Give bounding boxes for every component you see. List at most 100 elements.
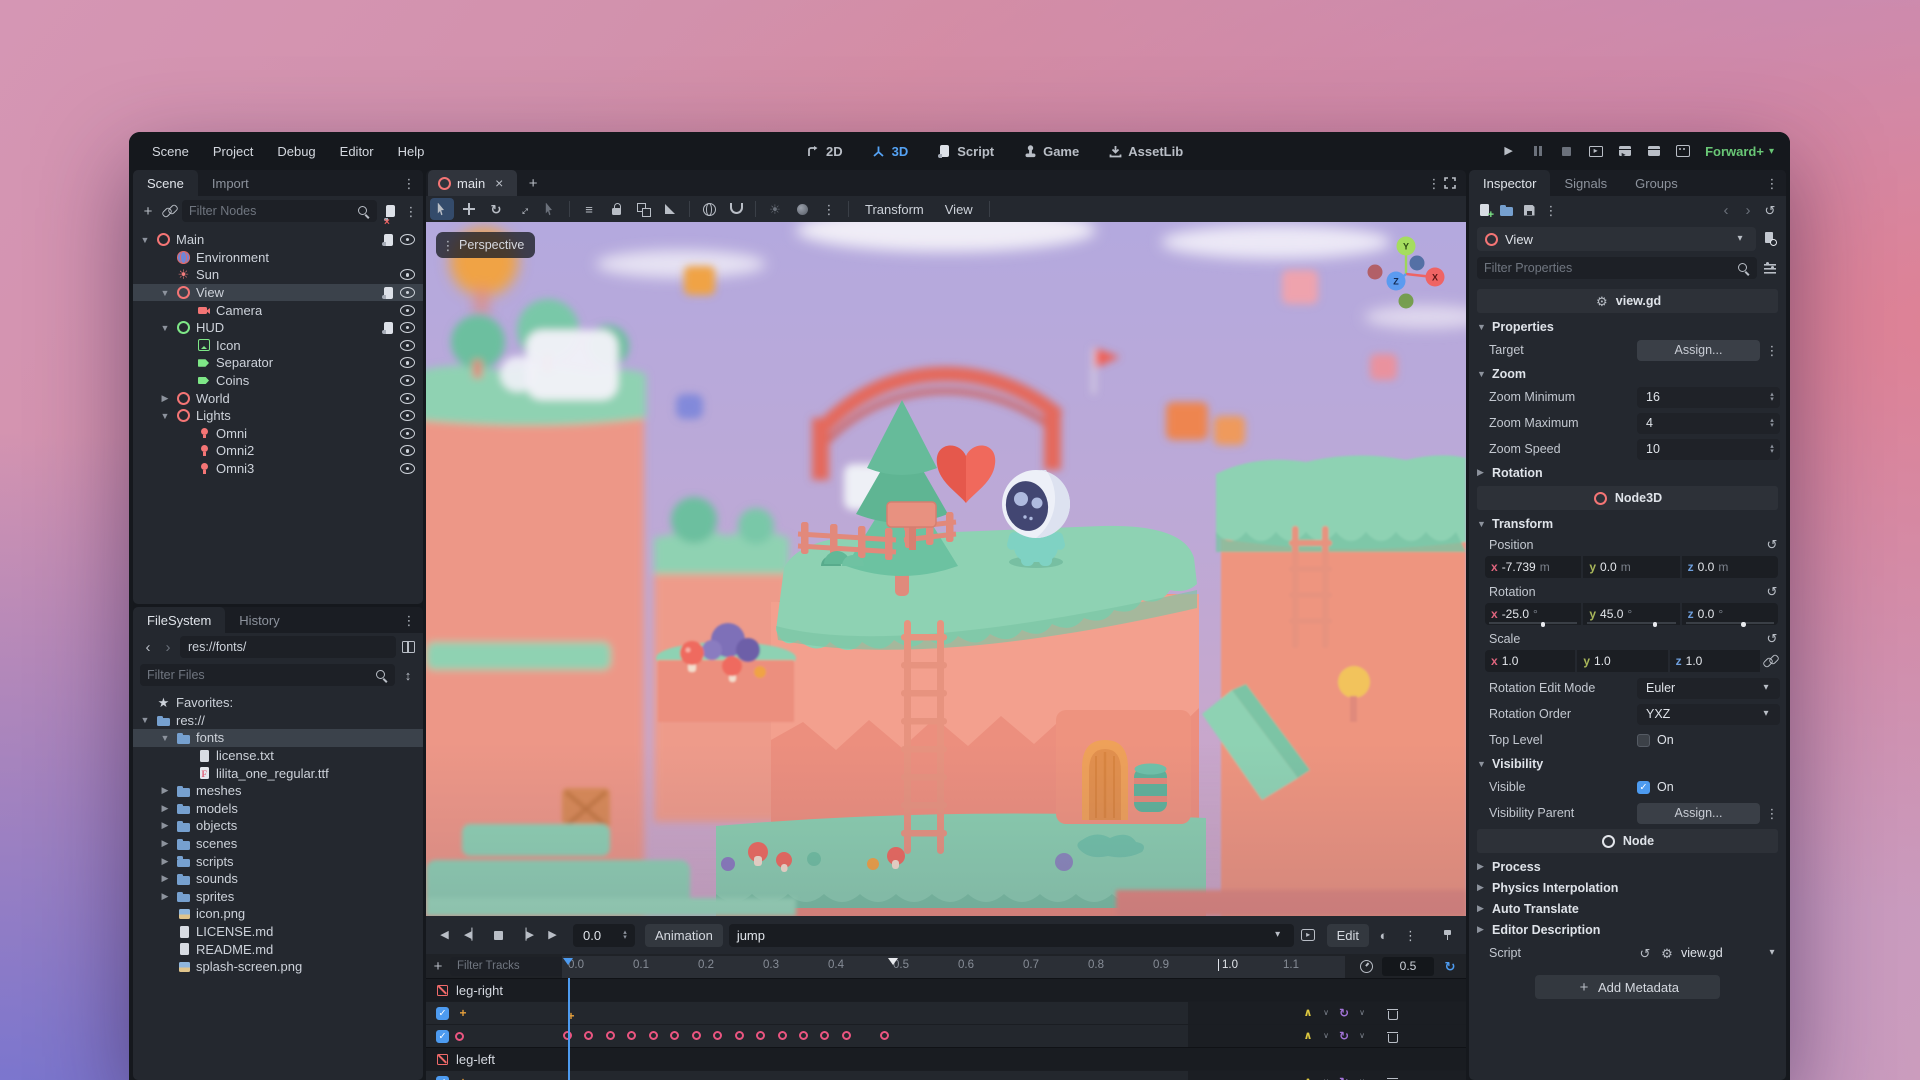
menu-debug[interactable]: Debug: [268, 140, 324, 163]
tab-3d[interactable]: 3D: [861, 139, 919, 163]
filesystem-dock-menu-icon[interactable]: [401, 612, 417, 628]
vector-x-field[interactable]: x1.0: [1485, 650, 1575, 672]
resource-menu-icon[interactable]: [1543, 202, 1559, 218]
playhead-line[interactable]: [568, 978, 570, 1080]
tree-item-license-txt[interactable]: license.txt: [133, 747, 423, 765]
expand-icon[interactable]: ▼: [139, 235, 151, 245]
animation-menu-button[interactable]: Animation: [645, 924, 723, 947]
vector-z-field[interactable]: z0.0°: [1682, 603, 1778, 625]
tab-2d[interactable]: 2D: [795, 139, 853, 163]
tree-item-main[interactable]: ▼Main: [133, 231, 423, 249]
tab-scene[interactable]: Scene: [133, 170, 198, 196]
track-position[interactable]: [426, 1001, 1466, 1024]
node-selector[interactable]: View: [1477, 227, 1756, 251]
play-backwards-from-end-button[interactable]: [432, 923, 457, 947]
dropdown-field[interactable]: Euler: [1637, 678, 1780, 699]
preview-sun-button[interactable]: [763, 198, 787, 220]
tab-history[interactable]: History: [225, 607, 293, 633]
keyframe[interactable]: [778, 1031, 787, 1040]
script-control[interactable]: view.gd: [1637, 945, 1780, 961]
tree-item-lights[interactable]: ▼Lights: [133, 407, 423, 425]
tree-item-scripts[interactable]: ▶scripts: [133, 852, 423, 870]
class-banner-view-gd[interactable]: view.gd: [1477, 289, 1778, 313]
tab-signals[interactable]: Signals: [1550, 170, 1621, 196]
expand-icon[interactable]: ▶: [159, 393, 171, 404]
keyframe[interactable]: [735, 1031, 744, 1040]
vector-y-field[interactable]: y0.0m: [1583, 556, 1679, 578]
save-resource-icon[interactable]: [1521, 202, 1537, 218]
play-custom-scene-button[interactable]: [1641, 139, 1666, 163]
tree-item-readme-md[interactable]: README.md: [133, 940, 423, 958]
visibility-eye-icon[interactable]: [400, 320, 415, 335]
vector-x-field[interactable]: x-7.739m: [1485, 556, 1581, 578]
axis-neg-y[interactable]: [1399, 294, 1414, 309]
tree-item-fonts[interactable]: ▼fonts: [133, 729, 423, 747]
tab-assetlib[interactable]: AssetLib: [1097, 139, 1193, 163]
tree-item-sounds[interactable]: ▶sounds: [133, 870, 423, 888]
visibility-eye-icon[interactable]: [400, 338, 415, 353]
spinner-icon[interactable]: ▴▾: [1766, 389, 1778, 405]
assign-button[interactable]: Assign...: [1637, 340, 1760, 361]
stop-button[interactable]: [1554, 139, 1579, 163]
spin-field[interactable]: 4▴▾: [1637, 413, 1780, 434]
section-rotation[interactable]: ▶Rotation: [1475, 462, 1780, 483]
nav-back-icon[interactable]: [140, 639, 156, 655]
section-zoom[interactable]: ▼Zoom: [1475, 363, 1780, 384]
play-current-scene-button[interactable]: [1612, 139, 1637, 163]
spin-field[interactable]: 10▴▾: [1637, 439, 1780, 460]
detach-script-button[interactable]: [382, 203, 398, 219]
menu-project[interactable]: Project: [204, 140, 262, 163]
filter-properties-field[interactable]: [1484, 261, 1730, 275]
play-from-start-button[interactable]: [513, 923, 538, 947]
close-tab-icon[interactable]: [491, 175, 507, 191]
keyframe[interactable]: [627, 1031, 636, 1040]
slider-dot[interactable]: [1653, 622, 1658, 627]
expand-icon[interactable]: ▶: [159, 856, 171, 867]
section-visibility[interactable]: ▼Visibility: [1475, 753, 1780, 774]
tree-item-icon[interactable]: Icon: [133, 337, 423, 355]
history-back-icon[interactable]: [1718, 202, 1734, 218]
timeline-scale[interactable]: 0.00.10.20.30.40.50.60.70.80.91.01.1: [562, 956, 1345, 978]
renderer-select[interactable]: Forward+ ▾: [1699, 141, 1780, 162]
play-animation-button[interactable]: [540, 923, 565, 947]
expand-icon[interactable]: ▶: [159, 803, 171, 814]
tree-item-splash-screen-png[interactable]: splash-screen.png: [133, 958, 423, 976]
delete-track-icon[interactable]: [1384, 1005, 1400, 1021]
keyframe[interactable]: [880, 1031, 889, 1040]
transform-menu[interactable]: Transform: [856, 199, 933, 220]
tree-item-favorites-[interactable]: Favorites:: [133, 694, 423, 712]
tab-groups[interactable]: Groups: [1621, 170, 1692, 196]
keyframe[interactable]: [842, 1031, 851, 1040]
expand-icon[interactable]: ▼: [159, 288, 171, 298]
visibility-eye-icon[interactable]: [400, 373, 415, 388]
group-nodes-button[interactable]: [631, 198, 655, 220]
keyframe[interactable]: [606, 1031, 615, 1040]
track-position[interactable]: [426, 1070, 1466, 1080]
vector-x-field[interactable]: x-25.0°: [1485, 603, 1581, 625]
scene-tree-menu-icon[interactable]: [403, 203, 419, 219]
time-spinner[interactable]: ▴▾: [619, 927, 631, 943]
tree-item-models[interactable]: ▶models: [133, 800, 423, 818]
move-tool[interactable]: [457, 198, 481, 220]
pause-button[interactable]: [1525, 139, 1550, 163]
expand-icon[interactable]: ▼: [139, 715, 151, 725]
list-select-tool[interactable]: [538, 198, 562, 220]
tree-item-license-md[interactable]: LICENSE.md: [133, 923, 423, 941]
track-enabled-checkbox[interactable]: [436, 1030, 449, 1043]
keyframe[interactable]: [756, 1031, 765, 1040]
onion-skinning-button[interactable]: [1371, 923, 1396, 947]
timeline-ruler[interactable]: 0.00.10.20.30.40.50.60.70.80.91.01.1 0.5: [426, 954, 1466, 978]
vector-y-field[interactable]: y1.0: [1577, 650, 1667, 672]
history-icon[interactable]: [1762, 202, 1778, 218]
assign-button[interactable]: Assign...: [1637, 803, 1760, 824]
tree-item-scenes[interactable]: ▶scenes: [133, 835, 423, 853]
visibility-eye-icon[interactable]: [400, 232, 415, 247]
preview-environment-button[interactable]: [790, 198, 814, 220]
keyframe[interactable]: [713, 1031, 722, 1040]
track-rotation[interactable]: [426, 1024, 1466, 1047]
pin-animation-button[interactable]: [1435, 923, 1460, 947]
axis-neg-x[interactable]: [1368, 265, 1383, 280]
visibility-eye-icon[interactable]: [400, 391, 415, 406]
tree-item-res-[interactable]: ▼res://: [133, 712, 423, 730]
visibility-eye-icon[interactable]: [400, 408, 415, 423]
